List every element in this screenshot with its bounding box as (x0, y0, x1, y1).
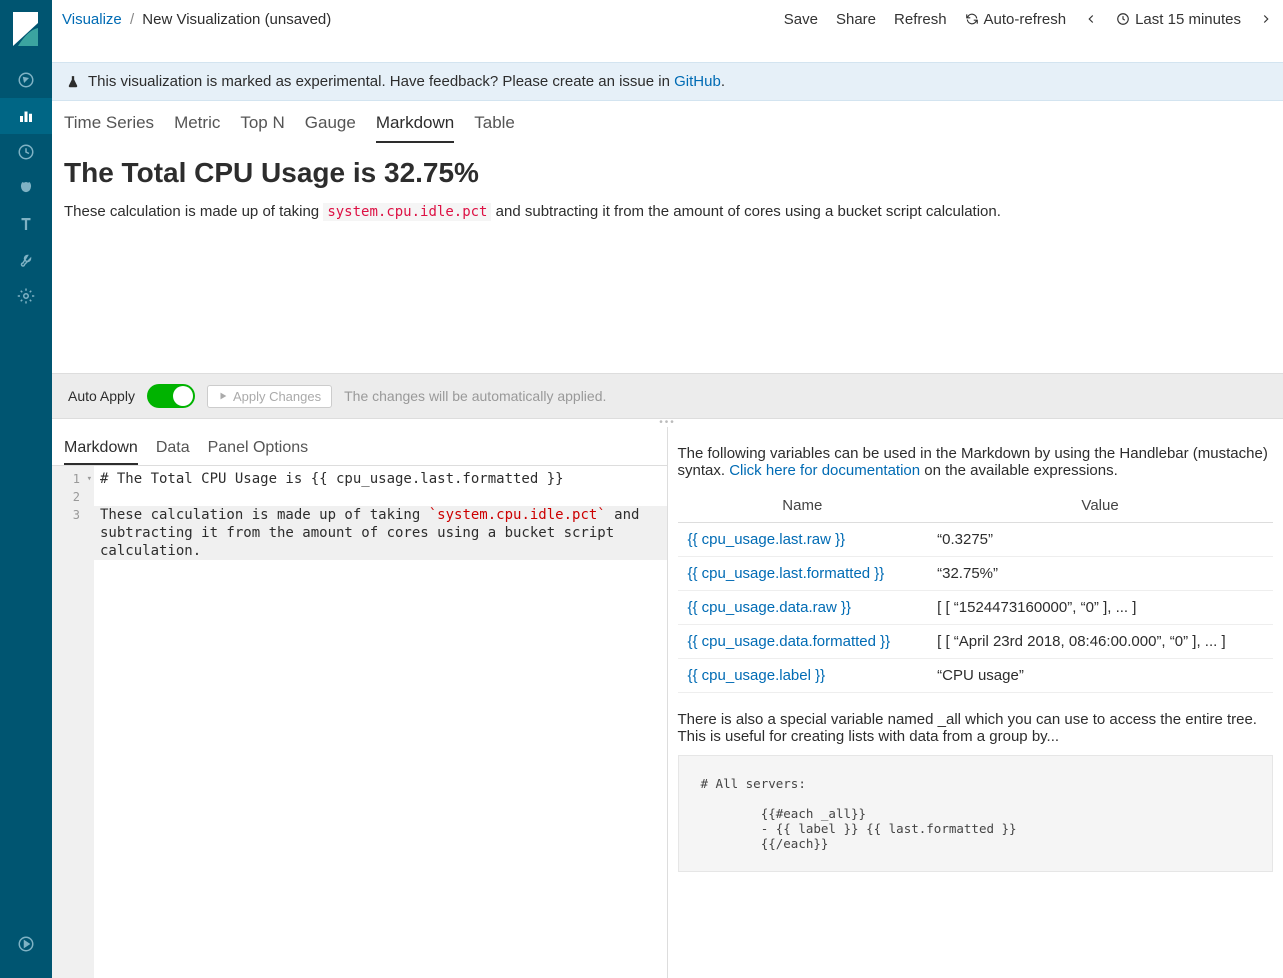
refresh-button[interactable]: Refresh (894, 11, 947, 28)
col-value: Value (927, 489, 1273, 523)
preview-heading: The Total CPU Usage is 32.75% (64, 157, 1271, 189)
table-row: {{ cpu_usage.last.raw }}“0.3275” (678, 523, 1274, 557)
nav-visualize[interactable] (0, 98, 52, 134)
refresh-icon (965, 12, 979, 26)
topbar: Visualize / New Visualization (unsaved) … (52, 4, 1283, 34)
resize-handle[interactable]: ••• (52, 419, 1283, 427)
nav-discover[interactable] (0, 62, 52, 98)
table-row: {{ cpu_usage.label }}“CPU usage” (678, 659, 1274, 693)
global-sidebar (0, 0, 52, 978)
var-link[interactable]: {{ cpu_usage.label }} (688, 667, 826, 684)
table-row: {{ cpu_usage.data.raw }}[ [ “15244731600… (678, 591, 1274, 625)
tab-gauge[interactable]: Gauge (305, 109, 356, 143)
nav-devtools[interactable] (0, 242, 52, 278)
share-button[interactable]: Share (836, 11, 876, 28)
col-name: Name (678, 489, 928, 523)
fold-icon[interactable]: ▾ (87, 470, 92, 488)
breadcrumb-current: New Visualization (unsaved) (142, 11, 331, 28)
nav-dashboard[interactable] (0, 134, 52, 170)
clock-icon (1116, 12, 1130, 26)
nav-management[interactable] (0, 278, 52, 314)
nav-timelion[interactable] (0, 170, 52, 206)
tab-topn[interactable]: Top N (240, 109, 284, 143)
markdown-preview: The Total CPU Usage is 32.75% These calc… (52, 143, 1283, 373)
editor-gutter: 1▾23 (52, 466, 94, 978)
table-row: {{ cpu_usage.last.formatted }}“32.75%” (678, 557, 1274, 591)
preview-body: These calculation is made up of taking s… (64, 203, 1271, 220)
time-prev-button[interactable] (1084, 12, 1098, 26)
table-row: {{ cpu_usage.data.formatted }}[ [ “April… (678, 625, 1274, 659)
play-icon (218, 391, 228, 401)
nav-collapse[interactable] (0, 926, 52, 962)
time-range-button[interactable]: Last 15 minutes (1116, 11, 1241, 28)
breadcrumb-root[interactable]: Visualize (62, 11, 122, 28)
chevron-left-icon (1084, 12, 1098, 26)
preview-code: system.cpu.idle.pct (323, 203, 491, 221)
variables-help: The following variables can be used in t… (668, 427, 1283, 978)
example-code: # All servers: {{#each _all}} - {{ label… (678, 755, 1274, 872)
var-link[interactable]: {{ cpu_usage.data.raw }} (688, 599, 851, 616)
experimental-banner: This visualization is marked as experime… (52, 62, 1283, 101)
tab-table[interactable]: Table (474, 109, 515, 143)
tab-metric[interactable]: Metric (174, 109, 220, 143)
tab-markdown[interactable]: Markdown (376, 109, 454, 143)
time-next-button[interactable] (1259, 12, 1273, 26)
markdown-editor[interactable]: 1▾23 # The Total CPU Usage is {{ cpu_usa… (52, 465, 667, 978)
var-link[interactable]: {{ cpu_usage.last.formatted }} (688, 565, 885, 582)
chevron-right-icon (1259, 12, 1273, 26)
kibana-logo[interactable] (10, 10, 42, 48)
editor-content[interactable]: # The Total CPU Usage is {{ cpu_usage.la… (94, 466, 667, 978)
docs-link[interactable]: Click here for documentation (729, 462, 920, 479)
nav-text[interactable] (0, 206, 52, 242)
variables-table: Name Value {{ cpu_usage.last.raw }}“0.32… (678, 489, 1274, 693)
var-link[interactable]: {{ cpu_usage.last.raw }} (688, 531, 846, 548)
editor-tab-panel-options[interactable]: Panel Options (208, 435, 309, 465)
auto-apply-toggle[interactable] (147, 384, 195, 408)
apply-bar: Auto Apply Apply Changes The changes wil… (52, 373, 1283, 419)
var-link[interactable]: {{ cpu_usage.data.formatted }} (688, 633, 891, 650)
apply-hint: The changes will be automatically applie… (344, 388, 606, 404)
editor-tab-data[interactable]: Data (156, 435, 190, 465)
tab-timeseries[interactable]: Time Series (64, 109, 154, 143)
apply-changes-button[interactable]: Apply Changes (207, 385, 332, 408)
save-button[interactable]: Save (784, 11, 818, 28)
editor-tab-markdown[interactable]: Markdown (64, 435, 138, 465)
visualization-tabs: Time Series Metric Top N Gauge Markdown … (52, 101, 1283, 143)
auto-refresh-button[interactable]: Auto-refresh (965, 11, 1067, 28)
variables-outro: There is also a special variable named _… (678, 711, 1274, 745)
flask-icon (66, 75, 80, 89)
github-link[interactable]: GitHub (674, 73, 721, 90)
breadcrumb: Visualize / New Visualization (unsaved) (62, 11, 331, 28)
auto-apply-label: Auto Apply (68, 388, 135, 404)
editor-tabs: Markdown Data Panel Options (52, 427, 667, 465)
